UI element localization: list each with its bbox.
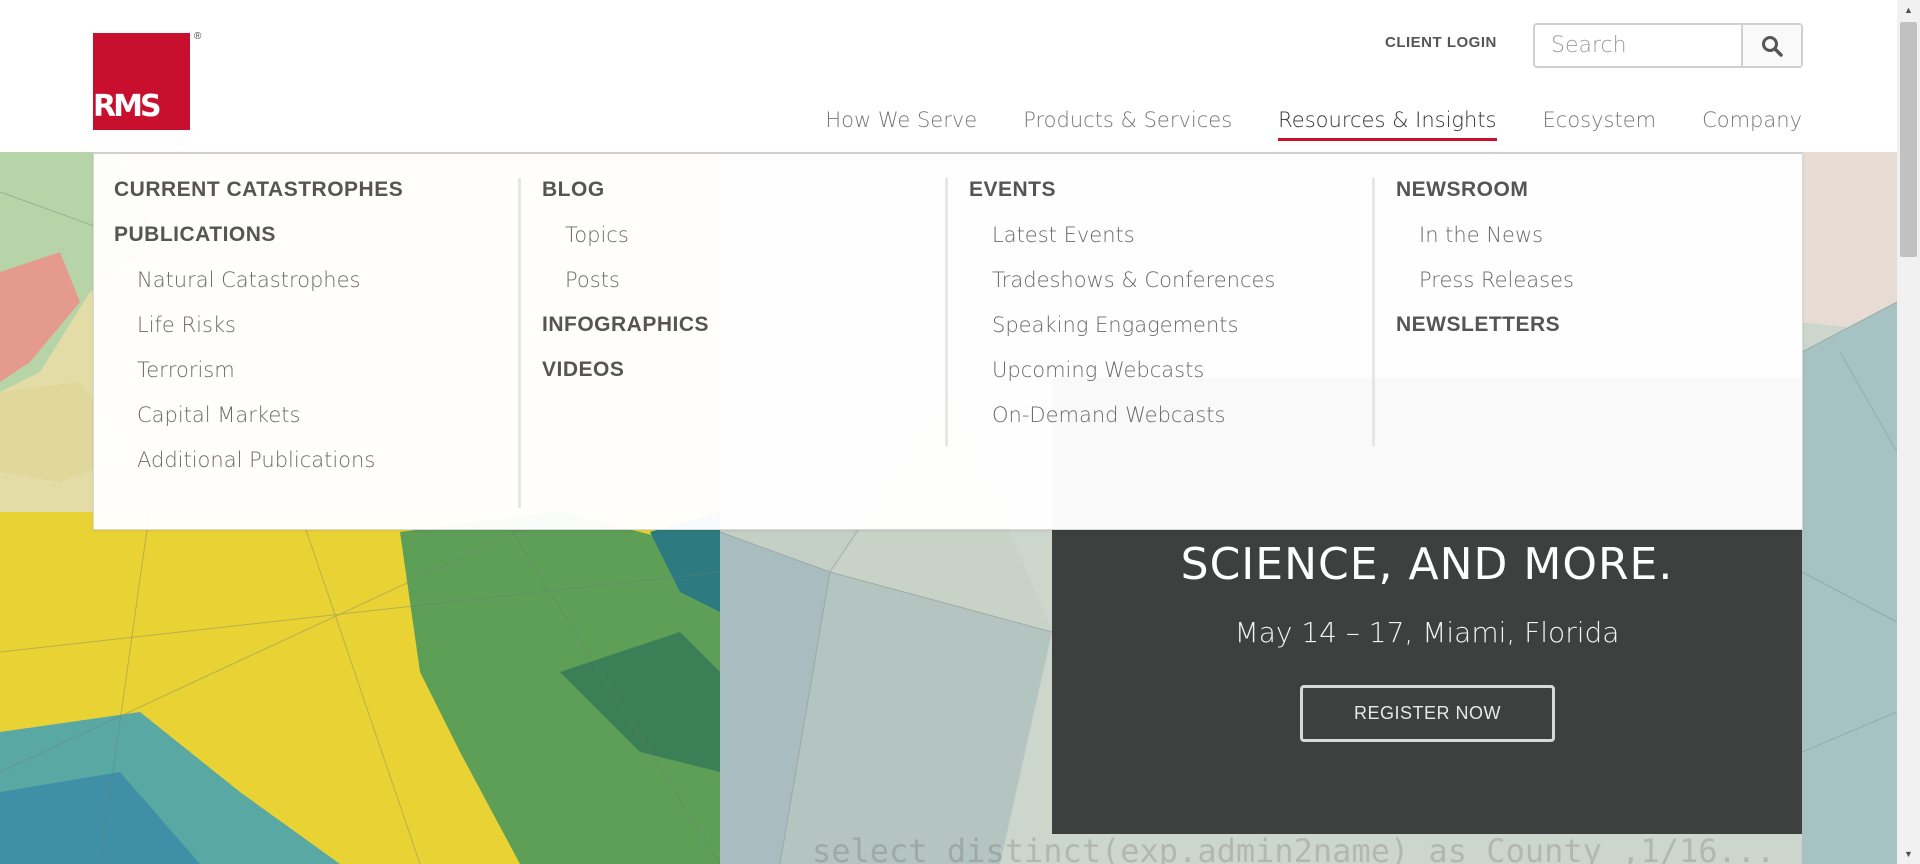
rms-logo[interactable]: RMS	[93, 33, 190, 130]
menu-on-demand-webcasts[interactable]: On-Demand Webcasts	[992, 403, 1275, 427]
resources-mega-menu: CURRENT CATASTROPHES PUBLICATIONS Natura…	[93, 152, 1803, 530]
menu-current-catastrophes[interactable]: CURRENT CATASTROPHES	[114, 178, 403, 202]
menu-infographics[interactable]: INFOGRAPHICS	[542, 313, 709, 337]
search-button[interactable]	[1741, 25, 1801, 66]
scroll-down-arrow-icon[interactable]: ▼	[1897, 844, 1920, 864]
menu-upcoming-webcasts[interactable]: Upcoming Webcasts	[992, 358, 1275, 382]
event-heading: SCIENCE, AND MORE.	[1180, 539, 1674, 590]
page-scrollbar[interactable]: ▲ ▼	[1897, 0, 1920, 864]
menu-posts[interactable]: Posts	[565, 268, 709, 292]
menu-additional-publications[interactable]: Additional Publications	[137, 448, 403, 472]
logo-text: RMS	[93, 89, 162, 124]
column-divider	[518, 178, 521, 508]
menu-tradeshows-conferences[interactable]: Tradeshows & Conferences	[992, 268, 1275, 292]
menu-in-the-news[interactable]: In the News	[1419, 223, 1574, 247]
event-date: May 14 – 17, Miami, Florida	[1234, 616, 1620, 649]
nav-ecosystem[interactable]: Ecosystem	[1543, 108, 1657, 132]
menu-events[interactable]: EVENTS	[969, 178, 1275, 202]
register-now-button[interactable]: REGISTER NOW	[1300, 685, 1555, 742]
main-nav: How We Serve Products & Services Resourc…	[825, 108, 1802, 141]
menu-column-3: EVENTS Latest Events Tradeshows & Confer…	[969, 178, 1275, 448]
column-divider	[945, 178, 948, 446]
menu-publications[interactable]: PUBLICATIONS	[114, 223, 403, 247]
menu-natural-catastrophes[interactable]: Natural Catastrophes	[137, 268, 403, 292]
nav-how-we-serve[interactable]: How We Serve	[825, 108, 977, 132]
menu-newsletters[interactable]: NEWSLETTERS	[1396, 313, 1574, 337]
registered-mark: ®	[194, 31, 202, 42]
nav-products-services[interactable]: Products & Services	[1023, 108, 1232, 132]
menu-blog[interactable]: BLOG	[542, 178, 709, 202]
menu-column-2: BLOG Topics Posts INFOGRAPHICS VIDEOS	[542, 178, 709, 403]
menu-column-1: CURRENT CATASTROPHES PUBLICATIONS Natura…	[114, 178, 403, 493]
nav-resources-insights[interactable]: Resources & Insights	[1278, 108, 1497, 141]
menu-latest-events[interactable]: Latest Events	[992, 223, 1275, 247]
background-code-text: select distinct(exp.admin2name) as Count…	[812, 832, 1776, 864]
menu-capital-markets[interactable]: Capital Markets	[137, 403, 403, 427]
menu-press-releases[interactable]: Press Releases	[1419, 268, 1574, 292]
menu-column-4: NEWSROOM In the News Press Releases NEWS…	[1396, 178, 1574, 358]
nav-company[interactable]: Company	[1702, 108, 1802, 132]
site-header: RMS ® CLIENT LOGIN How We Serve Products…	[0, 0, 1897, 152]
menu-terrorism[interactable]: Terrorism	[137, 358, 403, 382]
column-divider	[1372, 178, 1375, 446]
menu-newsroom[interactable]: NEWSROOM	[1396, 178, 1574, 202]
menu-videos[interactable]: VIDEOS	[542, 358, 709, 382]
menu-life-risks[interactable]: Life Risks	[137, 313, 403, 337]
client-login-link[interactable]: CLIENT LOGIN	[1385, 34, 1497, 51]
scroll-up-arrow-icon[interactable]: ▲	[1897, 0, 1920, 20]
search-icon	[1762, 35, 1783, 57]
menu-speaking-engagements[interactable]: Speaking Engagements	[992, 313, 1275, 337]
search-box	[1533, 23, 1803, 68]
scrollbar-thumb[interactable]	[1900, 22, 1917, 257]
menu-topics[interactable]: Topics	[565, 223, 709, 247]
search-input[interactable]	[1535, 25, 1741, 66]
